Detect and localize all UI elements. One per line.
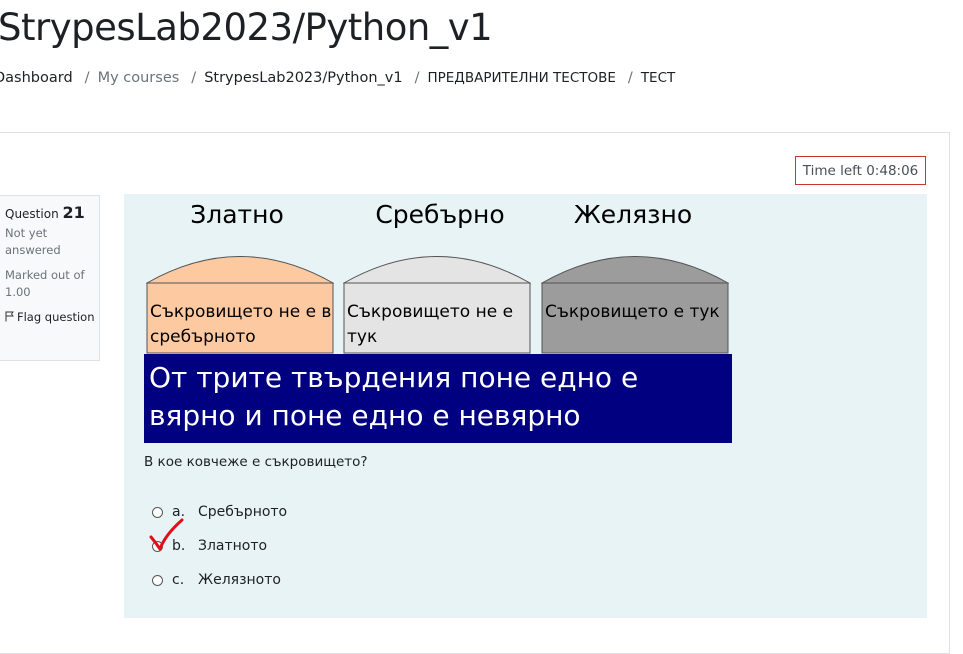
answer-label-a: Сребърното — [198, 504, 288, 520]
chest-label-silver: Сребърно — [375, 200, 505, 229]
puzzle-rule-banner: От трите твърдения поне едно е вярно и п… — [144, 354, 732, 443]
answer-label-b: Златното — [198, 538, 268, 554]
chest-gold-lid — [146, 256, 334, 284]
handwritten-checkmark-icon — [149, 518, 184, 551]
answer-radio-c[interactable] — [152, 574, 163, 586]
answer-letter-c: c. — [172, 572, 185, 588]
flag-question-link[interactable]: Flag question — [5, 309, 99, 326]
chest-silver-lid — [343, 256, 531, 284]
chest-silver-statement: Съкровището не е тук — [347, 302, 514, 347]
chest-iron: Съкровището е тук — [541, 256, 729, 354]
chest-iron-lid — [541, 256, 729, 284]
breadcrumb-separator: / — [414, 70, 420, 86]
chest-gold: Съкровището не е в сребърното — [146, 256, 334, 354]
question-info-panel: Question 21 Not yet answered Marked out … — [0, 195, 100, 361]
chest-gold-statement: Съкровището не е в сребърното — [150, 302, 332, 347]
answer-radio-a[interactable] — [152, 506, 163, 518]
page-title: StrypesLab2023/Python_v1 — [0, 6, 493, 49]
question-label: Question — [5, 207, 59, 221]
breadcrumb-course[interactable]: StrypesLab2023/Python_v1 — [204, 70, 402, 86]
flag-question-label: Flag question — [17, 310, 95, 324]
breadcrumb-separator: / — [191, 70, 197, 86]
answer-label-c: Желязното — [198, 572, 281, 588]
question-text: В кое ковчеже е съкровището? — [144, 454, 368, 470]
chest-iron-statement: Съкровището е тук — [545, 302, 720, 322]
chest-label-iron: Желязно — [573, 200, 693, 229]
breadcrumb-separator: / — [84, 70, 90, 86]
quiz-timer: Time left 0:48:06 — [795, 156, 926, 185]
answer-option-c[interactable]: c. Желязното — [152, 572, 281, 588]
breadcrumb-quiz[interactable]: ТЕСТ — [641, 70, 675, 86]
question-grade: Marked out of 1.00 — [5, 268, 85, 299]
chest-silver: Съкровището не е тук — [343, 256, 531, 354]
question-number-row: Question 21 — [5, 204, 99, 223]
breadcrumb-separator: / — [627, 70, 633, 86]
breadcrumb: Dashboard / My courses / StrypesLab2023/… — [0, 70, 675, 86]
breadcrumb-my-courses[interactable]: My courses — [98, 70, 180, 86]
question-number: 21 — [62, 203, 85, 222]
breadcrumb-section[interactable]: ПРЕДВАРИТЕЛНИ ТЕСТОВЕ — [427, 70, 615, 86]
breadcrumb-dashboard[interactable]: Dashboard — [0, 70, 73, 86]
chest-label-gold: Златно — [190, 200, 284, 229]
question-state: Not yet answered — [5, 226, 61, 257]
flag-icon — [5, 310, 15, 322]
